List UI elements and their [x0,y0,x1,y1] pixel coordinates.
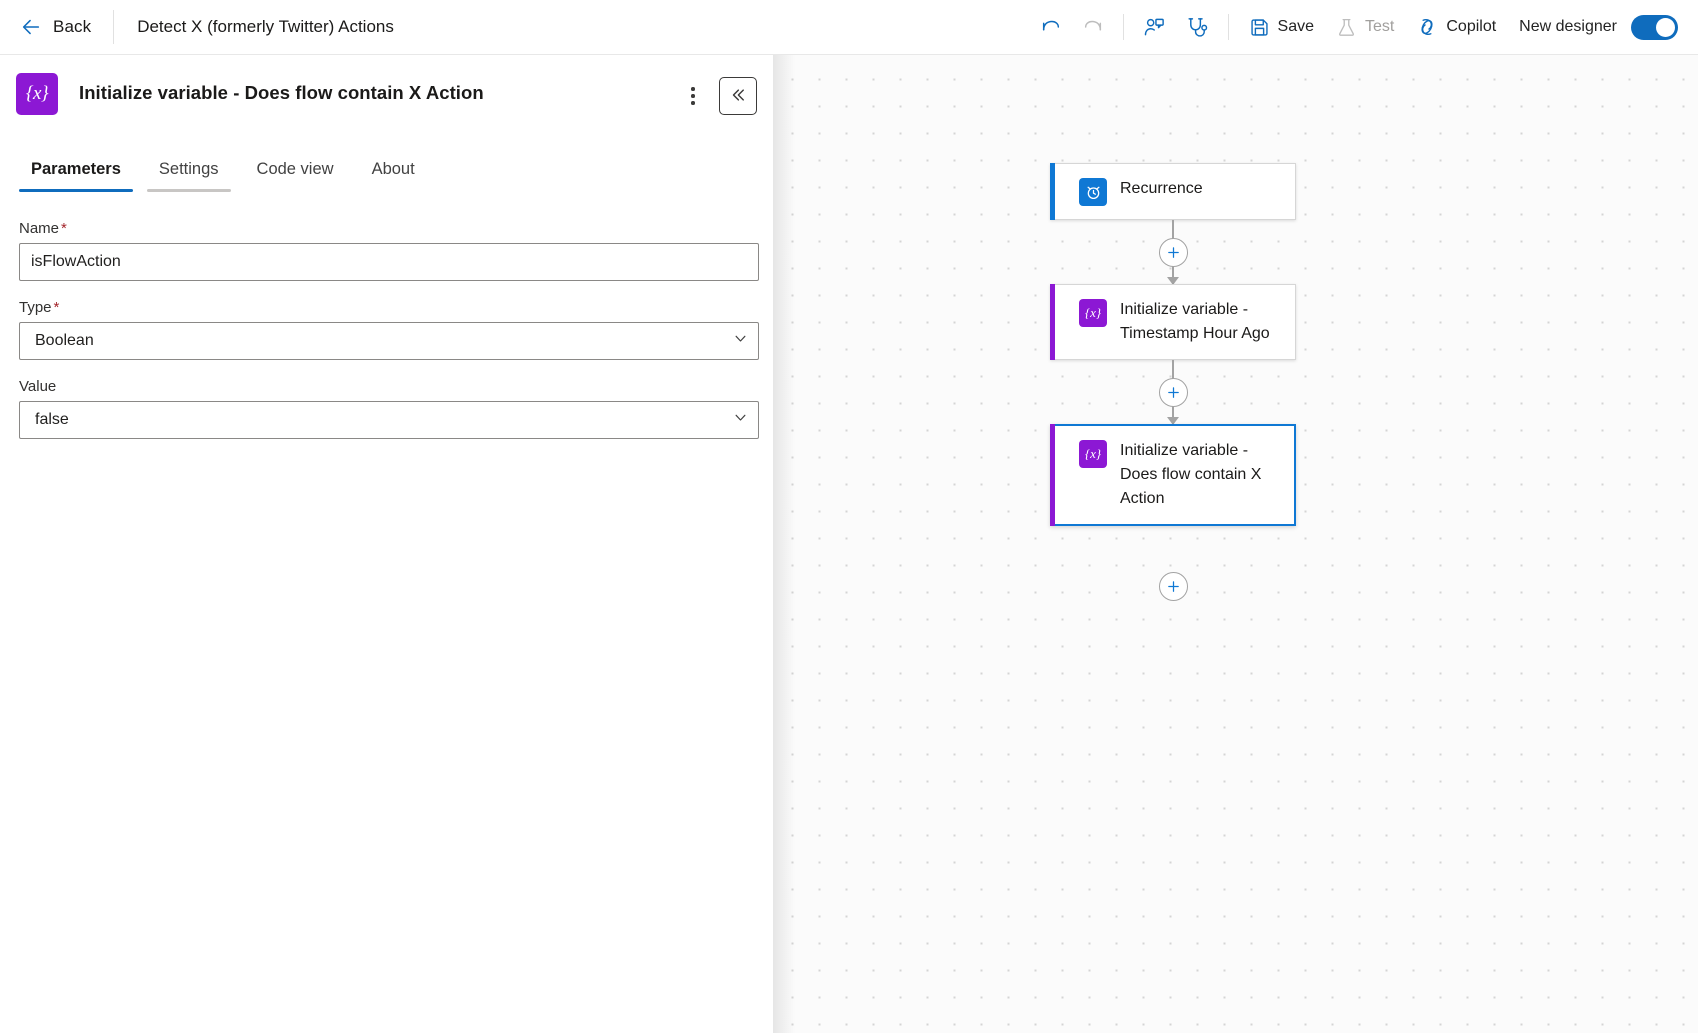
tab-underline [147,189,231,192]
new-designer-label: New designer [1519,18,1617,36]
person-share-icon [1143,16,1166,39]
type-combobox[interactable] [19,322,759,360]
save-label: Save [1278,18,1314,36]
test-button[interactable]: Test [1325,8,1405,46]
undo-icon [1040,16,1062,38]
chevron-double-left-icon [729,86,747,107]
copilot-label: Copilot [1446,18,1496,36]
add-step-tail [1050,572,1296,601]
action-details-panel: {x} Initialize variable - Does flow cont… [0,55,773,1033]
name-input[interactable] [19,243,759,281]
copilot-icon [1416,16,1438,38]
add-step-button-1[interactable] [1159,238,1188,267]
field-value: Value [19,378,754,439]
variable-braces-icon: {x} [1079,440,1107,468]
header-toolbar: Save Test [1030,0,1698,54]
back-button[interactable]: Back [0,0,113,54]
toolbar-separator [1123,14,1124,40]
more-vertical-icon[interactable] [677,79,709,113]
value-label-text: Value [19,378,56,395]
flow-node-initialize-timestamp[interactable]: {x} Initialize variable - Timestamp Hour… [1050,284,1296,360]
tab-settings[interactable]: Settings [147,160,231,192]
copilot-button[interactable]: Copilot [1405,8,1507,46]
redo-icon [1082,16,1104,38]
node-content: {x} Initialize variable - Does flow cont… [1079,439,1282,511]
stethoscope-icon [1186,16,1209,39]
tab-about[interactable]: About [360,160,427,192]
test-label: Test [1365,18,1394,36]
arrow-left-icon [20,16,42,38]
flow-node-recurrence[interactable]: Recurrence [1050,163,1296,220]
tab-parameters[interactable]: Parameters [19,160,133,192]
tab-underline [19,189,133,192]
value-combobox[interactable] [19,401,759,439]
back-label: Back [53,17,91,37]
page-title: Initialize variable - Does flow contain … [79,82,669,104]
name-label-text: Name [19,220,59,237]
field-name: Name* [19,220,754,281]
node-label: Initialize variable - Timestamp Hour Ago [1120,298,1283,346]
new-designer-toggle[interactable]: New designer [1519,15,1684,40]
share-button[interactable] [1133,8,1176,46]
alarm-clock-icon [1079,178,1107,206]
new-designer-switch[interactable] [1631,15,1678,40]
node-label: Initialize variable - Does flow contain … [1120,439,1282,511]
variable-braces-icon: {x} [1079,299,1107,327]
flow-title: Detect X (formerly Twitter) Actions [114,17,394,37]
connector-1 [1050,220,1296,284]
type-label-text: Type [19,299,52,316]
connector-2 [1050,360,1296,424]
variable-braces-icon: {x} [16,73,58,115]
plus-icon [1166,579,1181,594]
required-asterisk: * [54,299,60,316]
collapse-panel-button[interactable] [719,77,757,115]
node-accent-bar [1050,424,1055,526]
designer-body: {x} Initialize variable - Does flow cont… [0,55,1698,1033]
add-step-button-2[interactable] [1159,378,1188,407]
node-accent-bar [1050,284,1055,360]
flask-icon [1336,17,1357,38]
undo-button[interactable] [1030,8,1072,46]
value-input[interactable] [19,401,759,439]
required-asterisk: * [61,220,67,237]
save-button[interactable]: Save [1238,8,1325,46]
flow-node-stack: Recurrence [1050,163,1296,601]
node-content: {x} Initialize variable - Timestamp Hour… [1079,298,1283,346]
tab-code-view[interactable]: Code view [245,160,346,192]
tab-settings-label: Settings [159,160,219,178]
flow-checker-button[interactable] [1176,8,1219,46]
parameters-form: Name* Type* [0,192,773,1033]
tab-parameters-label: Parameters [31,160,121,178]
panel-header-actions [677,77,757,115]
plus-icon [1166,245,1181,260]
tab-about-label: About [372,160,415,178]
top-header-bar: Back Detect X (formerly Twitter) Actions [0,0,1698,55]
node-accent-bar [1050,163,1055,220]
tab-code-view-label: Code view [257,160,334,178]
tab-underline [360,189,427,192]
type-field-label: Type* [19,299,754,316]
power-automate-designer: Back Detect X (formerly Twitter) Actions [0,0,1698,1033]
flow-node-initialize-does-flow-contain-x-action[interactable]: {x} Initialize variable - Does flow cont… [1050,424,1296,526]
node-label: Recurrence [1120,177,1203,201]
toolbar-separator-2 [1228,14,1229,40]
field-type: Type* [19,299,754,360]
redo-button[interactable] [1072,8,1114,46]
save-disk-icon [1249,17,1270,38]
plus-icon [1166,385,1181,400]
node-content: Recurrence [1079,177,1203,206]
flow-canvas[interactable]: Recurrence [773,55,1698,1033]
panel-header: {x} Initialize variable - Does flow cont… [0,55,773,125]
type-input[interactable] [19,322,759,360]
add-step-button-3[interactable] [1159,572,1188,601]
value-field-label: Value [19,378,754,395]
name-field-label: Name* [19,220,754,237]
panel-tabs: Parameters Settings Code view About [0,148,773,192]
switch-knob [1656,18,1675,37]
tab-underline [245,189,346,192]
